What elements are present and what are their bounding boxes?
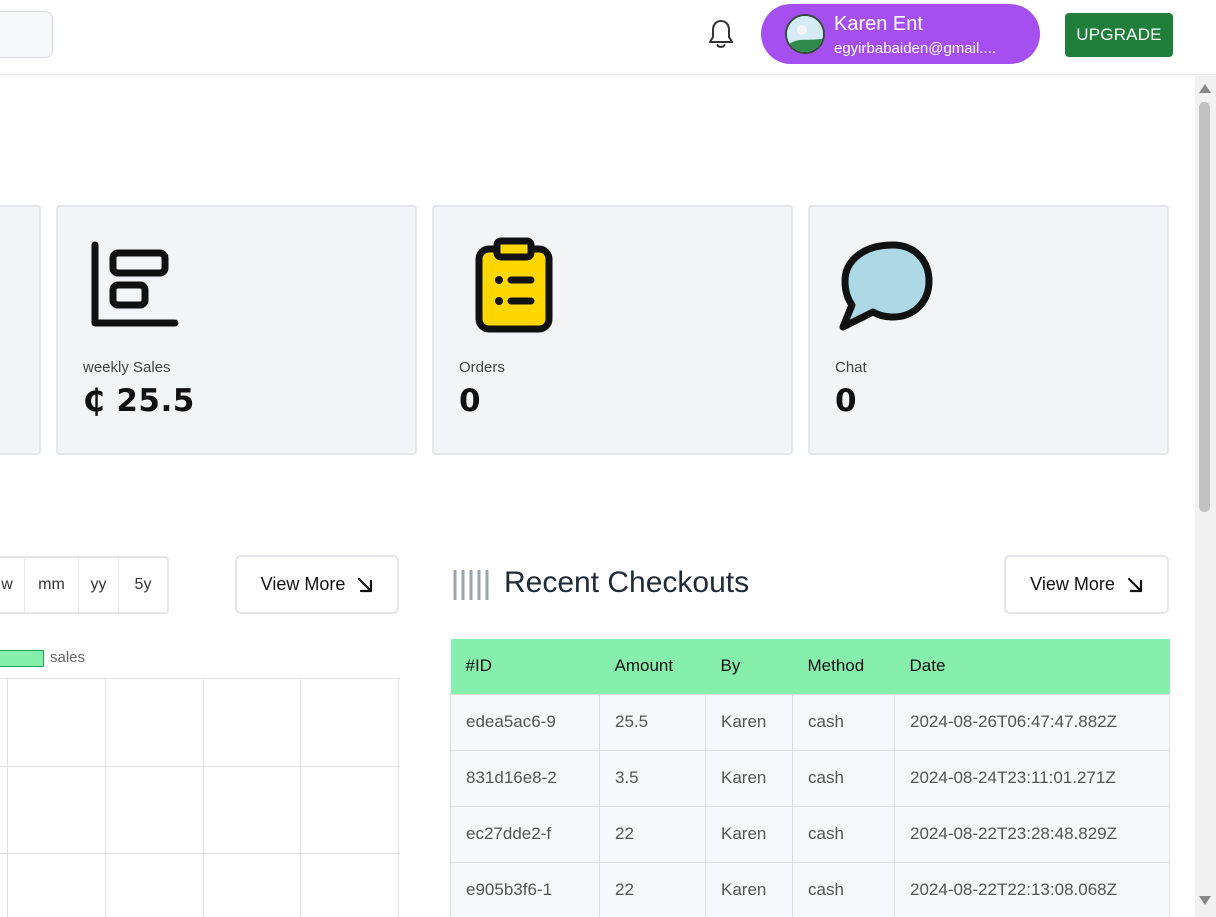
chart-view-more-label: View More <box>260 574 346 594</box>
table-row[interactable]: ec27dde2-f 22 Karen cash 2024-08-22T23:2… <box>450 805 1170 863</box>
clipboard-list-icon <box>475 237 553 333</box>
cell-method: cash <box>792 749 895 807</box>
period-option-year[interactable]: yy <box>79 558 119 612</box>
cell-method: cash <box>792 693 895 751</box>
cell-amount: 3.5 <box>599 749 706 807</box>
stat-card-partial <box>0 205 41 455</box>
cell-date: 2024-08-24T23:11:01.271Z <box>894 749 1170 807</box>
avatar <box>785 14 825 54</box>
column-header-by[interactable]: By <box>705 639 793 694</box>
stat-card-orders: Orders 0 <box>432 205 793 455</box>
arrow-down-right-icon <box>1127 577 1142 592</box>
orders-label: Orders <box>459 359 505 376</box>
bar-chart-icon <box>91 241 179 327</box>
weekly-sales-value: ₵ 25.5 <box>83 383 195 419</box>
cell-by: Karen <box>705 805 793 863</box>
bars-icon <box>453 570 489 600</box>
chat-value: 0 <box>835 383 858 419</box>
table-row[interactable]: 831d16e8-2 3.5 Karen cash 2024-08-24T23:… <box>450 749 1170 807</box>
top-bar: Karen Ent egyirbabaiden@gmail.... UPGRAD… <box>0 0 1216 75</box>
period-option-month[interactable]: mm <box>25 558 79 612</box>
legend-label-sales: sales <box>50 649 86 666</box>
column-header-method[interactable]: Method <box>792 639 895 694</box>
cell-method: cash <box>792 805 895 863</box>
cell-date: 2024-08-26T06:47:47.882Z <box>894 693 1170 751</box>
scrollbar[interactable] <box>1195 76 1216 917</box>
search-input[interactable] <box>0 11 53 58</box>
chart-view-more-button[interactable]: View More <box>235 555 399 614</box>
checkouts-view-more-label: View More <box>1030 574 1115 594</box>
scroll-down-arrow-icon[interactable] <box>1199 896 1211 905</box>
period-option-week[interactable]: w <box>0 558 25 612</box>
cell-id: 831d16e8-2 <box>450 749 600 807</box>
upgrade-button[interactable]: UPGRADE <box>1065 13 1173 57</box>
arrow-down-right-icon <box>358 577 373 592</box>
bell-icon[interactable] <box>706 18 736 50</box>
cell-id: ec27dde2-f <box>450 805 600 863</box>
cell-by: Karen <box>705 861 793 917</box>
checkouts-table: #ID Amount By Method Date edea5ac6-9 25.… <box>450 639 1170 917</box>
user-email: egyirbabaiden@gmail.... <box>834 40 996 57</box>
avatar-image <box>787 16 823 52</box>
recent-checkouts-title: Recent Checkouts <box>504 566 750 599</box>
scroll-up-arrow-icon[interactable] <box>1199 84 1211 93</box>
user-name: Karen Ent <box>834 13 923 35</box>
cell-date: 2024-08-22T22:13:08.068Z <box>894 861 1170 917</box>
cell-amount: 22 <box>599 861 706 917</box>
period-selector: w mm yy 5y <box>0 556 169 614</box>
stat-card-chat: Chat 0 <box>808 205 1169 455</box>
cell-by: Karen <box>705 749 793 807</box>
chart-gridlines <box>0 678 400 917</box>
column-header-amount[interactable]: Amount <box>599 639 706 694</box>
cell-id: edea5ac6-9 <box>450 693 600 751</box>
chat-label: Chat <box>835 359 867 376</box>
cell-amount: 22 <box>599 805 706 863</box>
table-row[interactable]: edea5ac6-9 25.5 Karen cash 2024-08-26T06… <box>450 693 1170 751</box>
cell-by: Karen <box>705 693 793 751</box>
sales-chart <box>0 678 400 917</box>
table-row[interactable]: e905b3f6-1 22 Karen cash 2024-08-22T22:1… <box>450 861 1170 917</box>
scroll-thumb[interactable] <box>1199 102 1210 512</box>
chat-bubble-icon <box>839 241 933 331</box>
cell-amount: 25.5 <box>599 693 706 751</box>
cell-method: cash <box>792 861 895 917</box>
weekly-sales-label: weekly Sales <box>83 359 171 376</box>
user-profile-button[interactable]: Karen Ent egyirbabaiden@gmail.... <box>761 4 1040 64</box>
cell-date: 2024-08-22T23:28:48.829Z <box>894 805 1170 863</box>
period-option-5y[interactable]: 5y <box>119 558 167 612</box>
table-header-row: #ID Amount By Method Date <box>450 639 1170 694</box>
column-header-id[interactable]: #ID <box>450 639 600 694</box>
orders-value: 0 <box>459 383 482 419</box>
cell-id: e905b3f6-1 <box>450 861 600 917</box>
column-header-date[interactable]: Date <box>894 639 1170 694</box>
stat-card-weekly-sales: weekly Sales ₵ 25.5 <box>56 205 417 455</box>
legend-swatch-sales <box>0 650 44 667</box>
checkouts-view-more-button[interactable]: View More <box>1004 555 1169 614</box>
